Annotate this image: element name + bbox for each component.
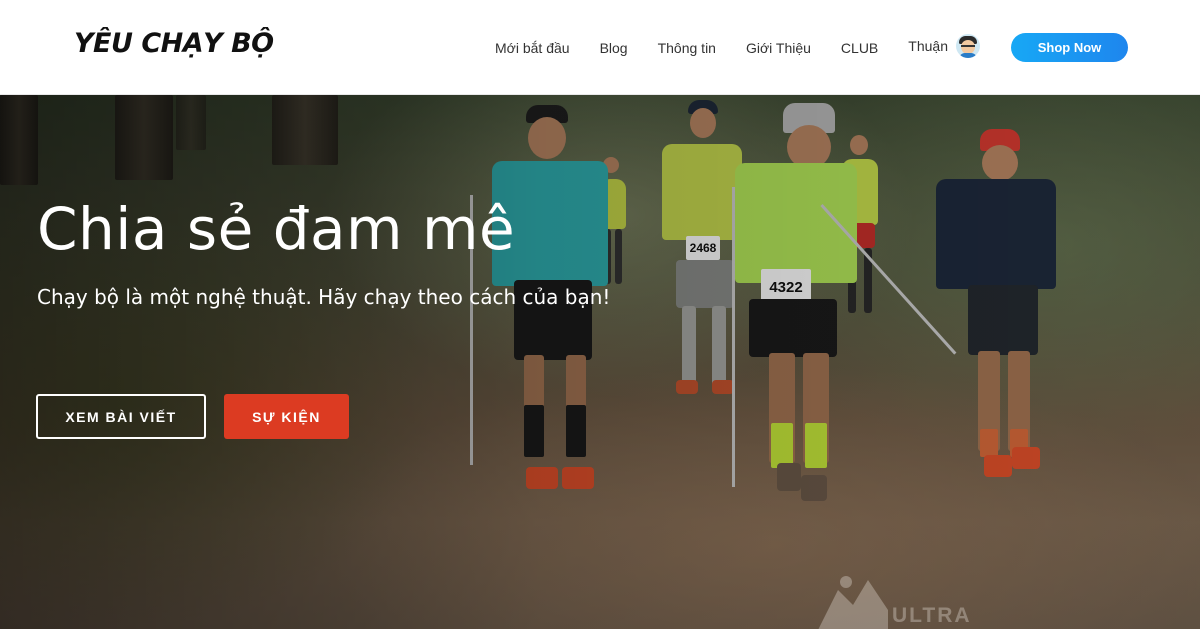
user-menu[interactable]: Thuận <box>893 33 980 58</box>
site-logo[interactable]: YÊU CHẠY BỘ <box>74 28 274 59</box>
nav-item-beginner[interactable]: Mới bắt đầu <box>480 40 585 56</box>
hero-banner: 2468 4322 <box>0 95 1200 629</box>
runner-silhouette-icon <box>808 570 888 629</box>
events-button[interactable]: SỰ KIỆN <box>224 394 349 439</box>
hero-title: Chia sẻ đam mê <box>37 195 516 263</box>
nav-item-info[interactable]: Thông tin <box>643 40 731 56</box>
shop-now-button[interactable]: Shop Now <box>1011 33 1128 62</box>
main-nav: Mới bắt đầu Blog Thông tin Giới Thiệu CL… <box>480 0 980 95</box>
hero-subtitle: Chạy bộ là một nghệ thuật. Hãy chạy theo… <box>37 285 611 309</box>
ultra-watermark-logo: ULTRA <box>808 570 972 629</box>
watermark-text: ULTRA <box>892 604 972 627</box>
user-name: Thuận <box>908 37 948 54</box>
nav-item-about[interactable]: Giới Thiệu <box>731 40 826 56</box>
view-posts-button[interactable]: XEM BÀI VIẾT <box>36 394 206 439</box>
nav-item-club[interactable]: CLUB <box>826 40 893 56</box>
nav-item-blog[interactable]: Blog <box>585 40 643 56</box>
site-header: YÊU CHẠY BỘ Mới bắt đầu Blog Thông tin G… <box>0 0 1200 95</box>
user-avatar-icon <box>955 33 980 58</box>
